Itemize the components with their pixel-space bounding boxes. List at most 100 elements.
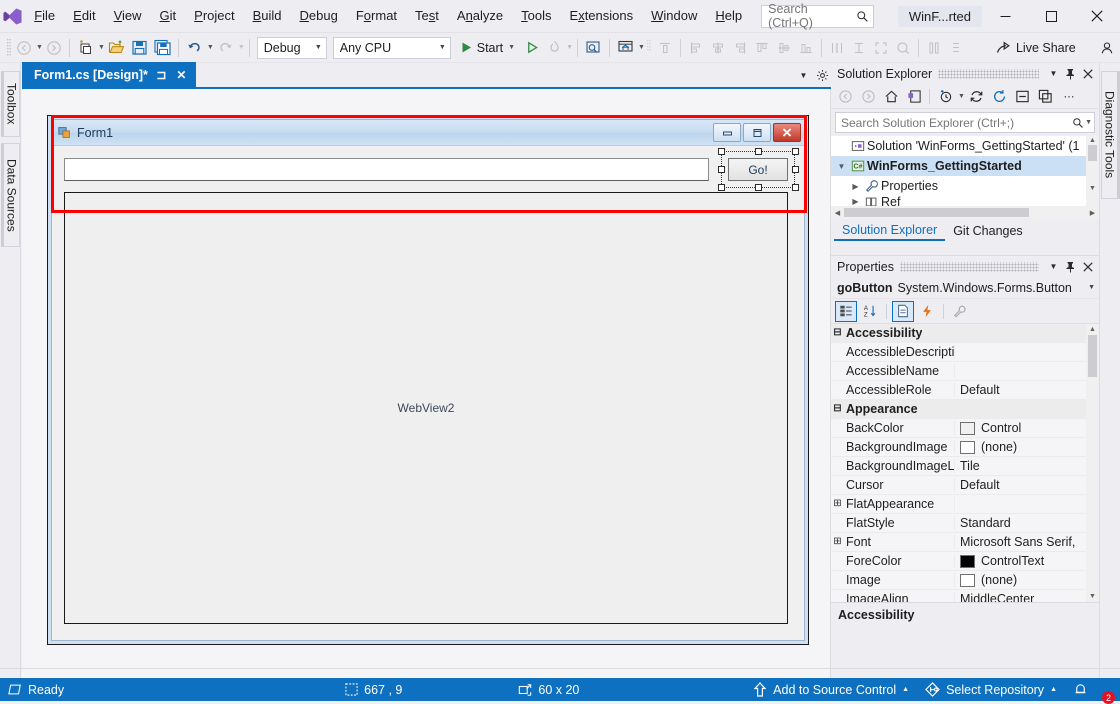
status-select-repository[interactable]: Select Repository ▲ bbox=[917, 678, 1065, 701]
resize-handle-top-center[interactable] bbox=[755, 148, 762, 155]
forward-icon[interactable] bbox=[857, 86, 879, 107]
property-row[interactable]: Image(none) bbox=[831, 571, 1099, 590]
property-row[interactable]: AccessibleRoleDefault bbox=[831, 381, 1099, 400]
property-row[interactable]: FlatStyleStandard bbox=[831, 514, 1099, 533]
home-icon[interactable] bbox=[880, 86, 902, 107]
save-button[interactable] bbox=[128, 36, 151, 60]
property-value[interactable]: (none) bbox=[955, 440, 1099, 454]
property-pages-icon[interactable] bbox=[949, 301, 971, 322]
pin-icon[interactable]: ⊐ bbox=[155, 68, 168, 82]
scroll-right-arrow[interactable]: ▶ bbox=[1086, 209, 1099, 217]
redo-button[interactable] bbox=[214, 36, 237, 60]
property-row[interactable]: BackgroundImageLTile bbox=[831, 457, 1099, 476]
property-value[interactable]: Default bbox=[955, 383, 1099, 397]
tree-item-solution[interactable]: Solution 'WinForms_GettingStarted' (1 bbox=[831, 136, 1099, 156]
tab-git-changes[interactable]: Git Changes bbox=[945, 220, 1030, 241]
property-row[interactable]: ImageAlignMiddleCenter bbox=[831, 590, 1099, 602]
chevron-down-icon[interactable]: ▼ bbox=[1088, 284, 1095, 291]
status-add-to-source-control[interactable]: Add to Source Control ▲ bbox=[745, 678, 917, 701]
navigate-back-button[interactable] bbox=[13, 36, 35, 60]
expander[interactable]: ▼ bbox=[835, 162, 848, 171]
pending-changes-icon[interactable] bbox=[903, 86, 925, 107]
scroll-thumb[interactable] bbox=[1088, 335, 1097, 377]
tree-item-references[interactable]: ▶ Ref bbox=[831, 196, 1099, 206]
url-textbox[interactable] bbox=[64, 158, 709, 181]
collapse-all-icon[interactable] bbox=[1012, 86, 1034, 107]
resize-handle-middle-left[interactable] bbox=[718, 166, 725, 173]
expander-icon[interactable]: ⊟ bbox=[831, 404, 844, 414]
open-file-button[interactable] bbox=[105, 36, 128, 60]
form-designer-window[interactable]: Form1 bbox=[47, 115, 809, 645]
show-all-files-dropdown[interactable]: ▼ bbox=[958, 93, 965, 100]
pin-icon[interactable] bbox=[1062, 65, 1079, 82]
property-value[interactable]: Standard bbox=[955, 516, 1099, 530]
resize-handle-bottom-left[interactable] bbox=[718, 184, 725, 191]
menu-debug[interactable]: Debug bbox=[291, 4, 347, 28]
property-row[interactable]: AccessibleDescripti bbox=[831, 343, 1099, 362]
start-dropdown[interactable]: ▼ bbox=[508, 44, 515, 51]
live-share-button[interactable]: Live Share bbox=[989, 36, 1082, 60]
refresh-icon[interactable] bbox=[966, 86, 988, 107]
tab-form1-designer[interactable]: Form1.cs [Design]* ⊐ ✕ bbox=[22, 62, 196, 87]
overflow-icon[interactable]: ⋯ bbox=[1058, 86, 1080, 107]
resize-handle-top-right[interactable] bbox=[792, 148, 799, 155]
sidebar-tab-diagnostic-tools[interactable]: Diagnostic Tools bbox=[1101, 71, 1120, 199]
menu-tools[interactable]: Tools bbox=[512, 4, 560, 28]
sync-icon[interactable] bbox=[989, 86, 1011, 107]
solution-tree[interactable]: Solution 'WinForms_GettingStarted' (1 ▼ … bbox=[831, 136, 1099, 206]
properties-object-selector[interactable]: goButton System.Windows.Forms.Button ▼ bbox=[831, 277, 1099, 299]
chevron-up-icon[interactable]: ▲ bbox=[902, 686, 909, 693]
search-options-dropdown[interactable]: ▼ bbox=[1085, 119, 1092, 126]
drag-dots[interactable] bbox=[900, 262, 1039, 272]
chevron-down-icon[interactable]: ▼ bbox=[795, 67, 812, 84]
scroll-up-arrow[interactable]: ▲ bbox=[1086, 326, 1099, 333]
property-value[interactable]: (none) bbox=[955, 573, 1099, 587]
align-to-grid-button[interactable] bbox=[654, 36, 676, 60]
show-all-files-icon[interactable] bbox=[934, 86, 956, 107]
property-value[interactable]: ControlText bbox=[955, 554, 1099, 568]
start-without-debugging-button[interactable] bbox=[521, 36, 543, 60]
gear-icon[interactable] bbox=[814, 67, 831, 84]
hot-reload-button[interactable] bbox=[543, 36, 565, 60]
close-button[interactable] bbox=[1074, 0, 1120, 33]
align-bottoms-button[interactable] bbox=[795, 36, 817, 60]
solution-platform-combo[interactable]: Any CPU ▼ bbox=[333, 37, 451, 59]
find-in-files-button[interactable] bbox=[582, 36, 605, 60]
form-maximize-button[interactable] bbox=[743, 123, 771, 142]
property-value[interactable]: Control bbox=[955, 421, 1099, 435]
properties-page-icon[interactable] bbox=[892, 301, 914, 322]
go-button[interactable]: Go! bbox=[728, 158, 788, 181]
status-notifications[interactable]: 2 bbox=[1065, 678, 1110, 701]
chevron-down-icon[interactable]: ▼ bbox=[1045, 65, 1062, 82]
property-grid-vertical-scrollbar[interactable]: ▲ ▼ bbox=[1086, 324, 1099, 602]
property-category-row[interactable]: ⊟Accessibility bbox=[831, 324, 1099, 343]
account-button[interactable] bbox=[1096, 36, 1118, 60]
toolbar-grip-2[interactable] bbox=[645, 38, 654, 58]
webview2-control[interactable]: WebView2 bbox=[64, 192, 788, 624]
property-category-row[interactable]: ⊟Appearance bbox=[831, 400, 1099, 419]
menu-analyze[interactable]: Analyze bbox=[448, 4, 512, 28]
close-icon[interactable] bbox=[1079, 65, 1096, 82]
live-preview-button[interactable] bbox=[614, 36, 637, 60]
menu-build[interactable]: Build bbox=[244, 4, 291, 28]
resize-handle-middle-right[interactable] bbox=[792, 166, 799, 173]
property-row[interactable]: BackColorControl bbox=[831, 419, 1099, 438]
menu-help[interactable]: Help bbox=[706, 4, 751, 28]
form-close-button[interactable] bbox=[773, 123, 801, 142]
close-icon[interactable]: ✕ bbox=[175, 68, 188, 82]
solution-configuration-combo[interactable]: Debug ▼ bbox=[257, 37, 327, 59]
scroll-thumb[interactable] bbox=[1088, 145, 1097, 161]
make-same-size-button[interactable] bbox=[870, 36, 892, 60]
events-icon[interactable] bbox=[916, 301, 938, 322]
vertical-spacing-button[interactable] bbox=[945, 36, 967, 60]
chevron-up-icon[interactable]: ▲ bbox=[1050, 686, 1057, 693]
menu-file[interactable]: File bbox=[25, 4, 64, 28]
undo-dropdown[interactable]: ▼ bbox=[207, 44, 214, 51]
alphabetical-icon[interactable]: AZ bbox=[859, 301, 881, 322]
tab-solution-explorer[interactable]: Solution Explorer bbox=[834, 220, 945, 241]
start-debug-button[interactable]: Start ▼ bbox=[454, 36, 521, 60]
solution-tree-horizontal-scrollbar[interactable]: ◀ ▶ bbox=[831, 206, 1099, 219]
minimize-button[interactable] bbox=[982, 0, 1028, 33]
hot-reload-dropdown[interactable]: ▼ bbox=[566, 44, 573, 51]
redo-dropdown[interactable]: ▼ bbox=[238, 44, 245, 51]
